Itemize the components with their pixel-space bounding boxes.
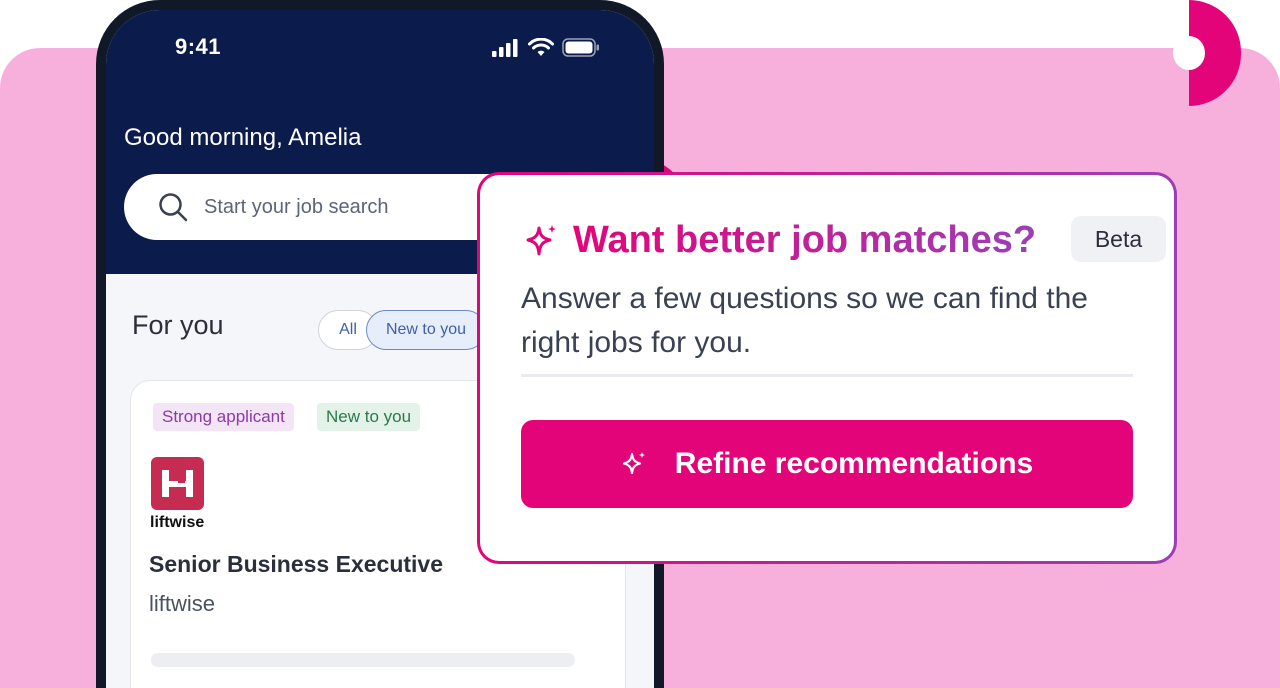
tag-strong-applicant: Strong applicant	[153, 403, 294, 431]
loading-placeholder	[151, 653, 575, 667]
refine-button-label: Refine recommendations	[674, 447, 1034, 480]
company-logo-wordmark: liftwise	[150, 514, 205, 531]
job-match-prompt: Want better job matches? Beta Answer a f…	[477, 172, 1177, 564]
prompt-header: Want better job matches?	[525, 219, 1036, 262]
refine-recommendations-button[interactable]: Refine recommendations	[521, 420, 1133, 508]
search-input[interactable]: Start your job search	[204, 196, 389, 219]
beta-badge: Beta	[1071, 216, 1166, 262]
divider	[521, 374, 1133, 377]
filter-chip-new-to-you[interactable]: New to you	[366, 310, 486, 350]
prompt-title: Want better job matches?	[573, 219, 1037, 261]
prompt-description: Answer a few questions so we can find th…	[521, 282, 1088, 359]
prompt-body: Want better job matches? Beta Answer a f…	[480, 175, 1174, 561]
job-company: liftwise	[149, 591, 216, 616]
wifi-icon	[528, 38, 554, 56]
search-icon	[159, 193, 188, 222]
company-logo	[151, 457, 204, 510]
signal-icon	[492, 39, 518, 57]
sparkle-icon	[526, 224, 556, 255]
battery-icon	[562, 38, 599, 57]
tag-new-to-you: New to you	[317, 403, 421, 431]
status-time: 9:41	[175, 34, 222, 59]
sparkle-icon	[621, 451, 647, 477]
section-title: For you	[132, 310, 224, 340]
greeting: Good morning, Amelia	[124, 124, 362, 151]
status-icons	[492, 38, 600, 57]
job-title: Senior Business Executive	[149, 551, 444, 577]
